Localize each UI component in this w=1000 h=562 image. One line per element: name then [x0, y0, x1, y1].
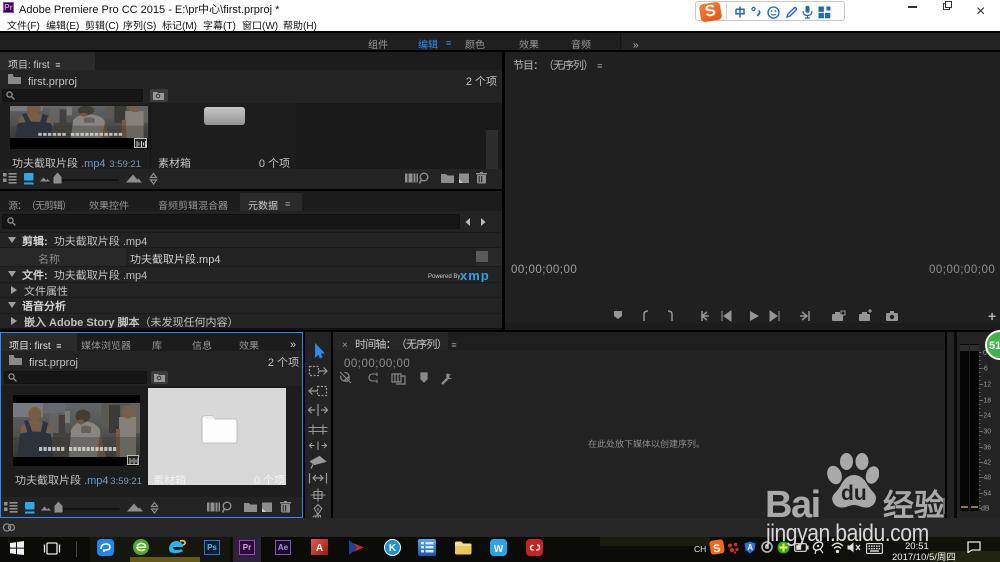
- svg-text:-42: -42: [981, 460, 991, 467]
- svg-text:-6: -6: [982, 366, 988, 373]
- svg-text:-36: -36: [981, 445, 991, 452]
- svg-text:-12: -12: [981, 382, 991, 389]
- svg-text:-54: -54: [981, 491, 991, 498]
- svg-text:du: du: [841, 482, 867, 505]
- svg-text:-24: -24: [981, 413, 991, 420]
- svg-text:A: A: [747, 542, 753, 553]
- svg-text:-30: -30: [981, 429, 991, 436]
- svg-text:dB: dB: [981, 506, 990, 513]
- svg-text:-18: -18: [981, 398, 991, 405]
- svg-text:-48: -48: [981, 475, 991, 482]
